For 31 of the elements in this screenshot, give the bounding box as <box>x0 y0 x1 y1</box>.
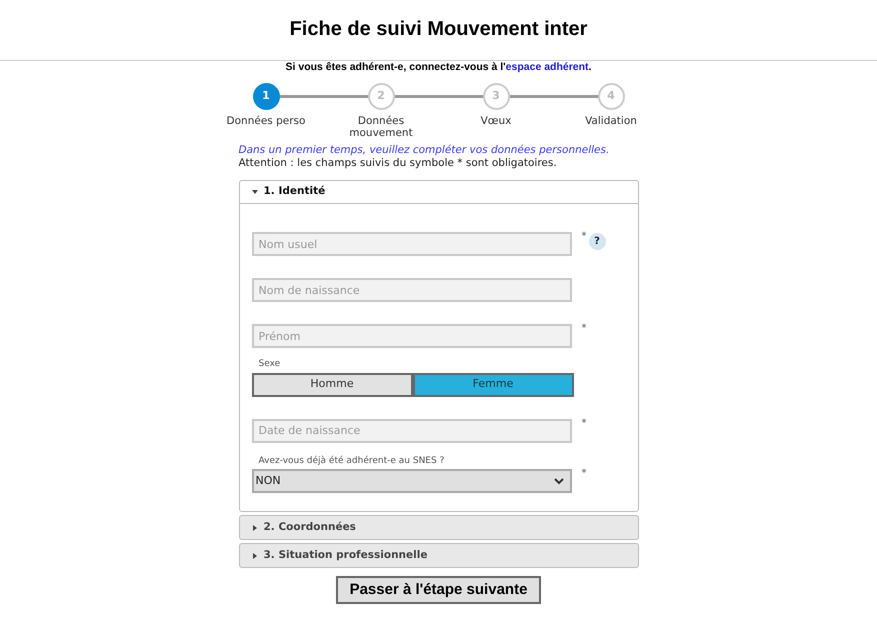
dropdown[interactable]: NON <box>252 469 572 493</box>
page-title: Fiche de suivi Mouvement inter <box>290 17 588 42</box>
step-label: Vœux <box>480 115 512 127</box>
intro-text: Dans un premier temps, veuillez compléter vos données personnelles. <box>238 144 610 157</box>
step-label: Données mouvement <box>348 115 414 139</box>
section-header[interactable]: 2. Coordonnées <box>240 516 638 539</box>
step-label: Données perso <box>226 115 306 127</box>
text-field[interactable]: Nom usuel <box>252 232 572 256</box>
caret-down-icon <box>252 189 258 195</box>
help-icon[interactable]: ? <box>588 233 606 250</box>
text-field[interactable]: Date de naissance <box>252 418 572 442</box>
required-mark: * <box>582 232 586 242</box>
toggle-option[interactable]: Femme <box>412 372 574 396</box>
field-label: Sexe <box>258 358 282 371</box>
field-label: Avez-vous déjà été adhérent-e au SNES ? <box>258 454 446 468</box>
caret-right-icon <box>252 552 258 558</box>
required-note: Attention : les champs suivis du symbole * sont obligatoires. <box>238 157 558 170</box>
text-field[interactable]: Nom de naissance <box>252 278 572 302</box>
next-step-button[interactable]: Passer à l'étape suivante <box>336 576 542 604</box>
member-area-link[interactable]: espace adhérent <box>506 61 589 73</box>
caret-right-icon <box>252 524 258 530</box>
step-label: Validation <box>584 115 638 127</box>
required-mark: * <box>582 324 586 334</box>
section-header[interactable]: 1. Identité <box>240 181 638 204</box>
required-mark: * <box>582 418 586 428</box>
chevron-down-icon <box>554 478 564 484</box>
required-mark: * <box>582 469 586 479</box>
toggle-option[interactable]: Homme <box>252 372 412 396</box>
text-field[interactable]: Prénom <box>252 324 572 348</box>
section-header[interactable]: 3. Situation professionnelle <box>240 544 638 567</box>
login-notice: Si vous êtes adhérent-e, connectez-vous à l'espace adhérent. <box>284 61 592 74</box>
